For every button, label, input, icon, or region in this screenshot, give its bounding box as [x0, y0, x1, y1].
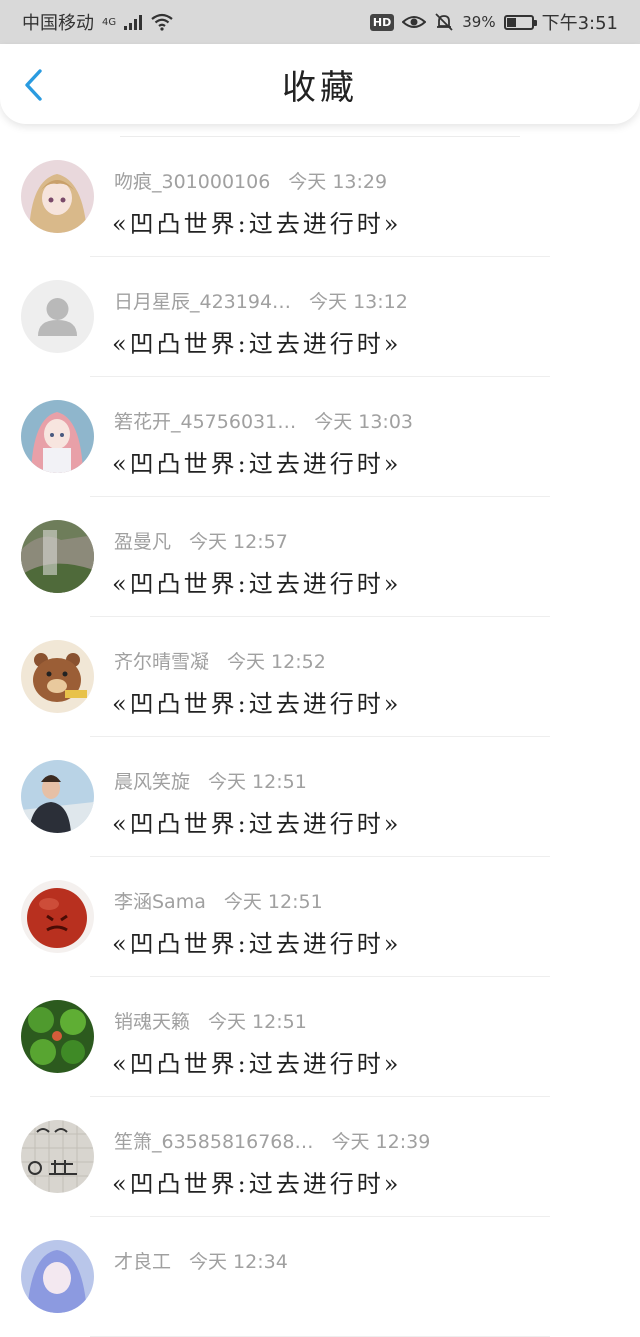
timestamp: 今天 12:51	[208, 771, 307, 793]
username[interactable]: 箬花开_45756031…	[114, 411, 296, 433]
username[interactable]: 日月星辰_423194…	[114, 291, 291, 313]
item-meta: 销魂天籁 今天 12:51	[114, 1007, 307, 1034]
timestamp: 今天 12:34	[189, 1251, 288, 1273]
username[interactable]: 吻痕_301000106	[114, 171, 270, 193]
status-left: 中国移动 4G	[22, 9, 174, 35]
timestamp: 今天 12:51	[208, 1011, 307, 1033]
avatar[interactable]	[21, 520, 94, 593]
timestamp: 今天 12:39	[331, 1131, 431, 1153]
avatar[interactable]	[21, 280, 94, 353]
timestamp: 今天 12:57	[189, 531, 288, 553]
avatar[interactable]	[21, 1120, 94, 1193]
list-item[interactable]: 才良工 今天 12:34	[0, 1217, 640, 1337]
network-type: 4G	[102, 16, 117, 28]
username[interactable]: 盈曼凡	[114, 531, 171, 553]
item-title[interactable]: «凹凸世界:过去进行时»	[112, 1044, 401, 1079]
list-item[interactable]: 李涵Sama 今天 12:51 «凹凸世界:过去进行时»	[0, 857, 640, 977]
item-meta: 才良工 今天 12:34	[114, 1247, 288, 1274]
status-bar: 中国移动 4G HD 39% 下午3:51	[0, 0, 640, 44]
list-item[interactable]: 齐尔晴雪凝 今天 12:52 «凹凸世界:过去进行时»	[0, 617, 640, 737]
mute-bell-icon	[435, 13, 453, 31]
item-title[interactable]: «凹凸世界:过去进行时»	[112, 1164, 401, 1199]
item-meta: 吻痕_301000106 今天 13:29	[114, 167, 387, 194]
item-meta: 晨风笑旋 今天 12:51	[114, 767, 307, 794]
avatar[interactable]	[21, 400, 94, 473]
timestamp: 今天 13:29	[288, 171, 388, 193]
timestamp: 今天 12:52	[227, 651, 326, 673]
wifi-icon	[151, 13, 173, 31]
avatar[interactable]	[21, 1000, 94, 1073]
avatar[interactable]	[21, 760, 94, 833]
battery-icon	[503, 14, 537, 30]
list-item[interactable]: 日月星辰_423194… 今天 13:12 «凹凸世界:过去进行时»	[0, 257, 640, 377]
username[interactable]: 才良工	[114, 1251, 171, 1273]
list-item[interactable]: 盈曼凡 今天 12:57 «凹凸世界:过去进行时»	[0, 497, 640, 617]
username[interactable]: 晨风笑旋	[114, 771, 190, 793]
timestamp: 今天 13:03	[314, 411, 414, 433]
timestamp: 今天 13:12	[309, 291, 408, 313]
back-button[interactable]	[20, 68, 50, 102]
header-bar: 收藏	[0, 44, 640, 124]
timestamp: 今天 12:51	[223, 891, 323, 913]
item-title[interactable]: «凹凸世界:过去进行时»	[112, 324, 401, 359]
list-item[interactable]: 晨风笑旋 今天 12:51 «凹凸世界:过去进行时»	[0, 737, 640, 857]
signal-icon	[124, 14, 143, 30]
username[interactable]: 笙箫_63585816768…	[114, 1131, 313, 1153]
avatar[interactable]	[21, 880, 94, 953]
username[interactable]: 李涵Sama	[114, 891, 206, 913]
item-title[interactable]: «凹凸世界:过去进行时»	[112, 924, 401, 959]
favorites-list: 吻痕_301000106 今天 13:29 «凹凸世界:过去进行时» 日月星辰_423…	[0, 136, 640, 1337]
list-item[interactable]: 销魂天籁 今天 12:51 «凹凸世界:过去进行时»	[0, 977, 640, 1097]
page-title: 收藏	[282, 67, 358, 108]
item-title[interactable]: «凹凸世界:过去进行时»	[112, 204, 401, 239]
avatar[interactable]	[21, 1240, 94, 1313]
item-meta: 箬花开_45756031… 今天 13:03	[114, 407, 413, 434]
list-item[interactable]: 箬花开_45756031… 今天 13:03 «凹凸世界:过去进行时»	[0, 377, 640, 497]
item-meta: 李涵Sama 今天 12:51	[114, 887, 323, 914]
hd-badge: HD	[369, 13, 395, 31]
status-right: HD 39% 下午3:51	[369, 9, 618, 35]
battery-level	[506, 17, 516, 27]
item-title[interactable]: «凹凸世界:过去进行时»	[112, 444, 401, 479]
item-meta: 日月星辰_423194… 今天 13:12	[114, 287, 408, 314]
item-meta: 盈曼凡 今天 12:57	[114, 527, 288, 554]
clock: 下午3:51	[541, 13, 618, 34]
item-meta: 齐尔晴雪凝 今天 12:52	[114, 647, 326, 674]
item-title[interactable]: «凹凸世界:过去进行时»	[112, 804, 401, 839]
battery-percent: 39%	[462, 13, 496, 31]
list-item[interactable]: 吻痕_301000106 今天 13:29 «凹凸世界:过去进行时»	[0, 137, 640, 257]
username[interactable]: 销魂天籁	[114, 1011, 190, 1033]
item-meta: 笙箫_63585816768… 今天 12:39	[114, 1127, 430, 1154]
carrier-name: 中国移动	[22, 13, 94, 34]
list-item[interactable]: 笙箫_63585816768… 今天 12:39 «凹凸世界:过去进行时»	[0, 1097, 640, 1217]
eye-icon	[402, 16, 427, 28]
chevron-left-icon	[25, 69, 42, 101]
item-title[interactable]: «凹凸世界:过去进行时»	[112, 564, 401, 599]
avatar[interactable]	[21, 160, 94, 233]
avatar[interactable]	[21, 640, 94, 713]
username[interactable]: 齐尔晴雪凝	[114, 651, 209, 673]
item-title[interactable]: «凹凸世界:过去进行时»	[112, 684, 401, 719]
